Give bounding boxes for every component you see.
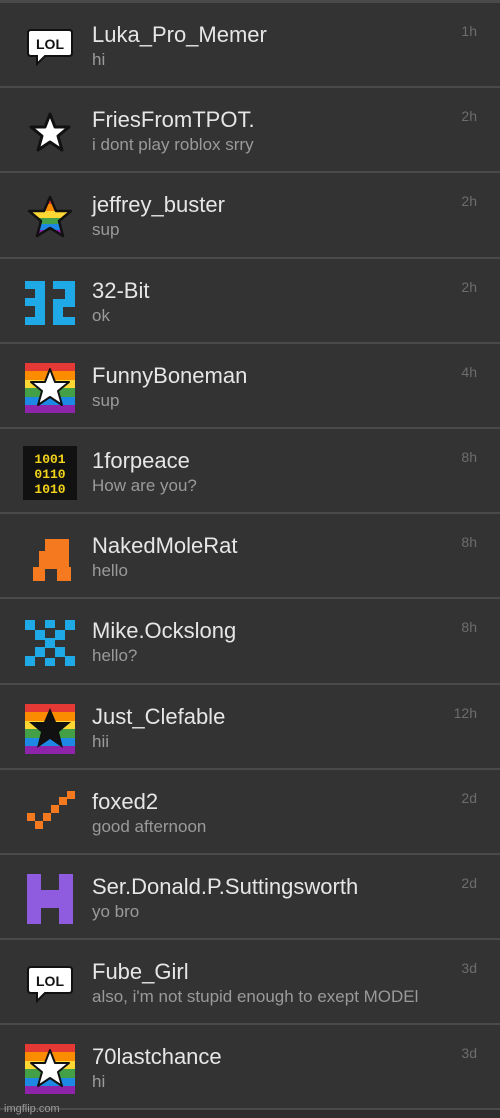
chat-preview: yo bro bbox=[92, 901, 140, 921]
chat-time: 2d bbox=[461, 874, 477, 891]
chat-time: 2h bbox=[461, 193, 477, 210]
chat-time: 8h bbox=[461, 448, 477, 465]
chat-name: Mike.Ockslong bbox=[92, 618, 237, 644]
chat-row[interactable]: Just_Clefable hii 12h bbox=[0, 684, 500, 770]
chat-preview: hello? bbox=[92, 646, 138, 666]
chat-row[interactable]: FunnyBoneman sup 4h bbox=[0, 343, 500, 429]
chat-row[interactable]: LOL Fube_Girl also, i'm not stupid enoug… bbox=[0, 940, 500, 1026]
chat-time: 8h bbox=[461, 619, 477, 636]
chat-preview: good afternoon bbox=[92, 816, 207, 836]
chat-name: Luka_Pro_Memer bbox=[92, 22, 267, 47]
chat-list: LOL Luka_Pro_Memer hi 1h FriesFromTPOT. … bbox=[0, 3, 500, 1111]
chat-name: NakedMoleRat bbox=[92, 533, 238, 559]
chat-preview: hi bbox=[92, 50, 106, 69]
chat-time: 8h bbox=[461, 534, 477, 551]
chat-name: Ser.Donald.P.Suttingsworth bbox=[92, 873, 359, 899]
orange-pixel-creature-icon bbox=[23, 531, 77, 585]
outline-star-icon bbox=[23, 105, 77, 159]
chat-preview: ok bbox=[92, 305, 110, 325]
pixel-32-icon bbox=[23, 276, 77, 330]
binary-code-icon: 1001 0110 1010 bbox=[23, 445, 77, 500]
chat-row[interactable]: jeffrey_buster sup 2h bbox=[0, 173, 500, 259]
chat-name: jeffrey_buster bbox=[92, 192, 225, 218]
imgflip-watermark: imgflip.com bbox=[4, 1103, 60, 1115]
chat-row[interactable]: 32-Bit ok 2h bbox=[0, 258, 500, 344]
chat-preview: hi bbox=[92, 1072, 106, 1092]
chat-preview: also, i'm not stupid enough to exept MOD… bbox=[92, 987, 419, 1007]
chat-row[interactable]: 70lastchance hi 3d bbox=[0, 1025, 500, 1111]
chat-preview: How are you? bbox=[92, 475, 197, 495]
chat-preview: hello bbox=[92, 561, 128, 581]
svg-text:1010: 1010 bbox=[34, 482, 65, 497]
blue-pixel-x-icon bbox=[23, 616, 77, 670]
svg-text:LOL: LOL bbox=[36, 973, 64, 989]
chat-row[interactable]: foxed2 good afternoon 2d bbox=[0, 769, 500, 855]
chat-preview: sup bbox=[92, 220, 120, 240]
chat-time: 2h bbox=[461, 278, 477, 295]
chat-row[interactable]: Ser.Donald.P.Suttingsworth yo bro 2d bbox=[0, 854, 500, 941]
chat-name: FriesFromTPOT. bbox=[92, 107, 255, 133]
chat-time: 1h bbox=[461, 23, 477, 39]
chat-time: 2d bbox=[461, 789, 477, 806]
chat-preview: sup bbox=[92, 390, 120, 410]
chat-name: 70lastchance bbox=[92, 1044, 222, 1070]
chat-name: Just_Clefable bbox=[92, 703, 226, 729]
chat-name: foxed2 bbox=[92, 788, 159, 814]
svg-text:0110: 0110 bbox=[34, 467, 65, 482]
chat-name: 1forpeace bbox=[92, 447, 190, 473]
chat-name: 32-Bit bbox=[92, 277, 150, 303]
lol-speech-bubble-icon: LOL bbox=[23, 20, 77, 74]
svg-text:LOL: LOL bbox=[36, 36, 64, 52]
chat-time: 3d bbox=[461, 960, 477, 977]
chat-time: 3d bbox=[461, 1045, 477, 1062]
chat-name: FunnyBoneman bbox=[92, 362, 248, 388]
lol-speech-bubble-icon: LOL bbox=[23, 957, 77, 1011]
chat-time: 2h bbox=[461, 108, 477, 125]
orange-checkmark-icon bbox=[23, 787, 77, 841]
chat-time: 12h bbox=[453, 704, 477, 721]
rainbow-square-black-star-icon bbox=[23, 702, 77, 756]
chat-preview: hii bbox=[92, 731, 110, 751]
chat-row[interactable]: FriesFromTPOT. i dont play roblox srry 2… bbox=[0, 88, 500, 174]
chat-row[interactable]: 1001 0110 1010 1forpeace How are you? 8h bbox=[0, 428, 500, 515]
chat-row[interactable]: Mike.Ockslong hello? 8h bbox=[0, 599, 500, 685]
chat-row[interactable]: LOL Luka_Pro_Memer hi 1h bbox=[0, 3, 500, 89]
rainbow-square-white-star-icon bbox=[23, 1042, 77, 1096]
svg-text:1001: 1001 bbox=[34, 452, 65, 467]
rainbow-square-white-star-icon bbox=[23, 361, 77, 415]
chat-name: Fube_Girl bbox=[92, 959, 189, 985]
chat-preview: i dont play roblox srry bbox=[92, 135, 254, 155]
chat-time: 4h bbox=[461, 363, 477, 380]
chat-row[interactable]: NakedMoleRat hello 8h bbox=[0, 514, 500, 600]
purple-pixel-h-icon bbox=[23, 872, 77, 926]
rainbow-star-icon bbox=[23, 190, 77, 244]
